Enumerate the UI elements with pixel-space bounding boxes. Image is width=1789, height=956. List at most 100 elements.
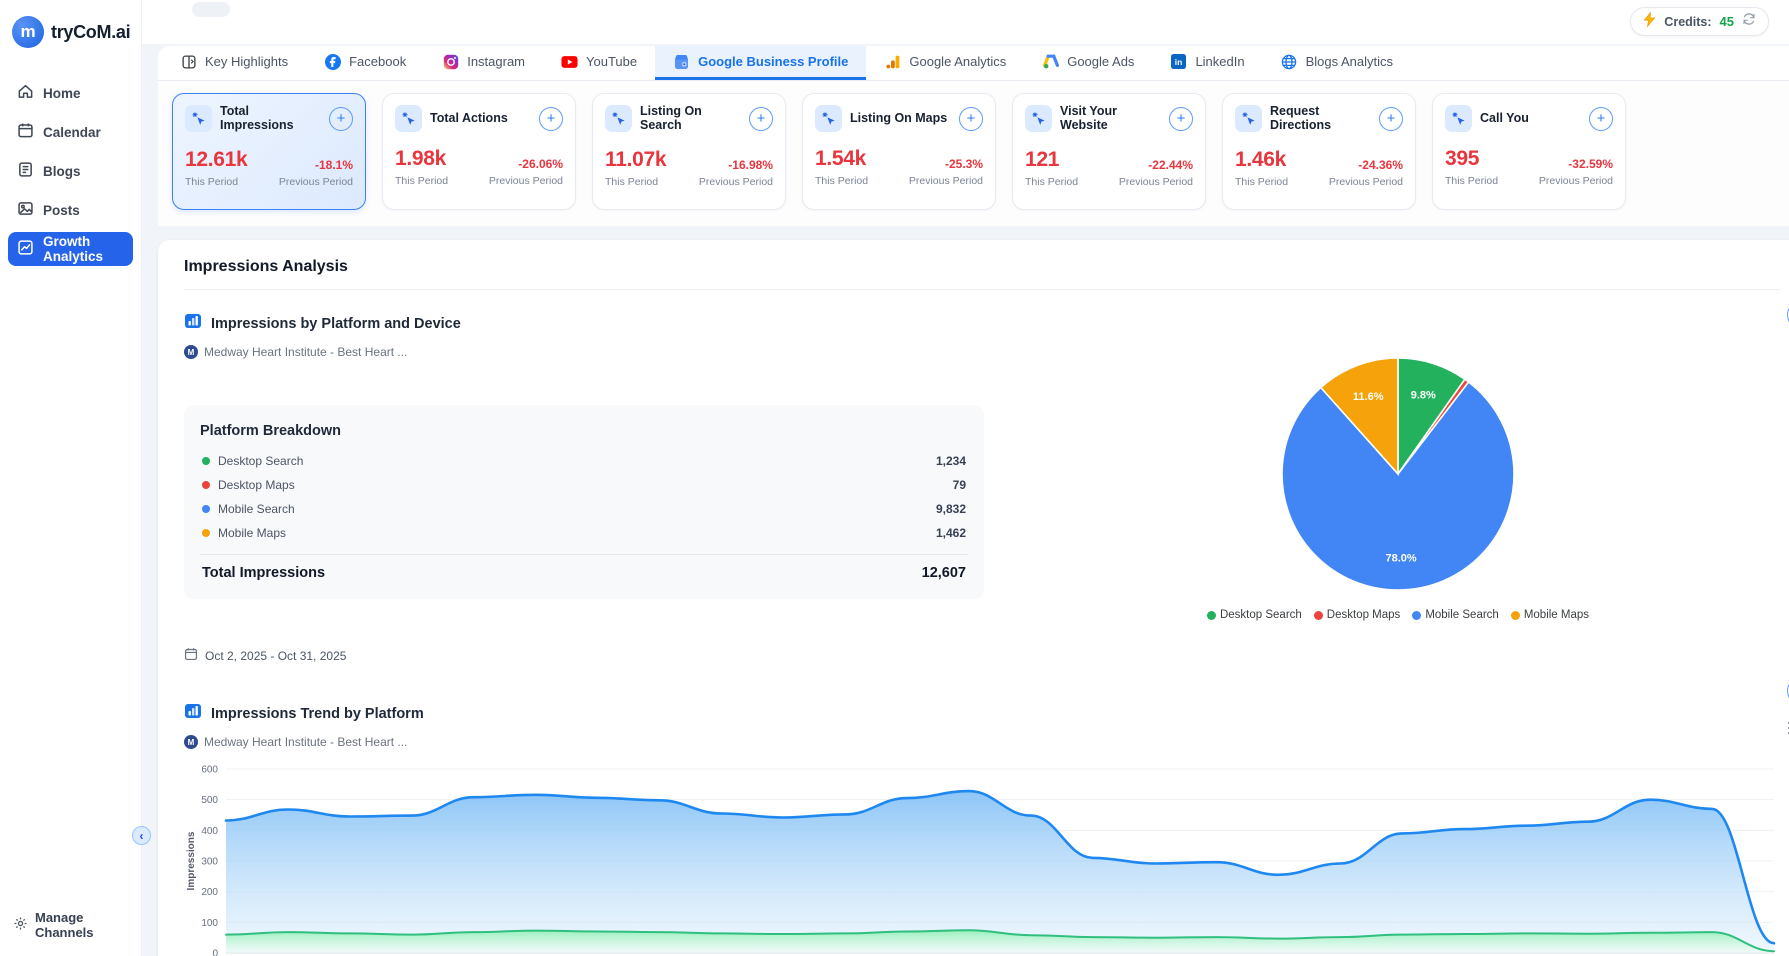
trend-subtitle: M Medway Heart Institute - Best Heart ..… [184, 735, 1780, 749]
tab-key-highlights[interactable]: Key Highlights [162, 46, 306, 80]
breakdown-total-value: 12,607 [922, 565, 966, 581]
add-metric-button[interactable]: + [1379, 107, 1403, 131]
metric-title: Request Directions [1270, 105, 1371, 133]
metric-value: 1.54k [815, 147, 868, 171]
svg-text:400: 400 [201, 826, 218, 837]
legend-item[interactable]: Desktop Maps [1314, 609, 1401, 621]
impressions-analysis-card: Impressions Analysis Impressions by Plat… [158, 240, 1789, 956]
add-metric-button[interactable]: + [959, 107, 983, 131]
add-metric-button[interactable]: + [1169, 107, 1193, 131]
add-metric-button[interactable]: + [749, 107, 773, 131]
tab-label: Key Highlights [205, 54, 288, 69]
metric-previous-label: Previous Period [699, 176, 773, 188]
tab-google-analytics[interactable]: Google Analytics [866, 46, 1024, 80]
trend-header: Impressions Trend by Platform [184, 702, 1780, 725]
add-metric-button[interactable]: + [539, 107, 563, 131]
add-metric-button[interactable]: + [329, 107, 353, 131]
tab-google-ads[interactable]: Google Ads [1024, 46, 1152, 80]
metric-title: Total Impressions [220, 105, 321, 133]
refresh-icon[interactable] [1742, 12, 1756, 31]
click-metric-icon [185, 105, 212, 132]
sidebar-item-label: Posts [43, 203, 80, 218]
tab-blogs-analytics[interactable]: Blogs Analytics [1263, 46, 1411, 80]
tab-google-business-profile[interactable]: Google Business Profile [655, 46, 866, 80]
blogs-analytics-icon [1281, 53, 1298, 70]
tab-label: Instagram [467, 54, 525, 69]
svg-text:100: 100 [201, 918, 218, 929]
google-ads-icon [1042, 53, 1059, 70]
tab-instagram[interactable]: Instagram [424, 46, 543, 80]
trend-chart-block: 010020030040050060002 Oct03 Oct04 Oct05 … [180, 761, 1780, 956]
legend-dot [1412, 611, 1421, 620]
legend-item[interactable]: Desktop Search [1207, 609, 1302, 621]
metric-period-label: This Period [185, 176, 247, 188]
metric-card-call-you[interactable]: Call You+395This Period-32.59%Previous P… [1432, 93, 1626, 210]
trend-title: Impressions Trend by Platform [211, 706, 424, 722]
metric-card-total-impressions[interactable]: Total Impressions+12.61kThis Period-18.1… [172, 93, 366, 210]
add-metric-button[interactable]: + [1589, 107, 1613, 131]
sidebar-item-label: Calendar [43, 125, 101, 140]
metric-value: 1.98k [395, 147, 448, 171]
tab-label: Google Ads [1067, 54, 1134, 69]
tab-linkedin[interactable]: inLinkedIn [1152, 46, 1262, 80]
metric-value: 121 [1025, 148, 1078, 172]
analysis-section-title: Impressions Analysis [184, 258, 1780, 290]
svg-text:600: 600 [201, 765, 218, 776]
legend-item[interactable]: Mobile Search [1412, 609, 1499, 621]
pie-chart-block: 9.8%78.0%11.6% Desktop Search Desktop Map… [1188, 352, 1608, 621]
metric-card-listing-on-maps[interactable]: Listing On Maps+1.54kThis Period-25.3%Pr… [802, 93, 996, 210]
manage-channels-button[interactable]: Manage Channels [13, 910, 141, 940]
google-analytics-icon [884, 53, 901, 70]
breakdown-row: Mobile Maps1,462 [200, 521, 968, 545]
sidebar-item-home[interactable]: Home [8, 76, 133, 110]
click-metric-icon [395, 105, 422, 132]
legend-dot [1207, 611, 1216, 620]
sidebar-collapse-button[interactable]: ‹ [132, 826, 151, 845]
metric-period-label: This Period [815, 175, 868, 187]
growth-analytics-icon [17, 239, 34, 259]
metric-change: -18.1% [279, 158, 353, 172]
svg-text:11.6%: 11.6% [1353, 391, 1384, 403]
series-color-dot [202, 505, 210, 513]
calendar-icon [184, 647, 198, 664]
metric-title: Total Actions [430, 112, 531, 126]
sidebar-item-calendar[interactable]: Calendar [8, 115, 133, 149]
brand-logo[interactable]: m tryCoM.ai [0, 0, 141, 62]
chart-section-icon [184, 312, 202, 335]
sidebar-item-posts[interactable]: Posts [8, 193, 133, 227]
tab-youtube[interactable]: YouTube [543, 46, 655, 80]
credits-badge[interactable]: Credits: 45 [1630, 7, 1769, 36]
svg-text:200: 200 [201, 887, 218, 898]
tab-facebook[interactable]: Facebook [306, 46, 424, 80]
metric-title: Call You [1480, 112, 1581, 126]
legend-dot [1314, 611, 1323, 620]
top-header: Credits: 45 [142, 0, 1789, 44]
metric-change: -16.98% [699, 158, 773, 172]
home-icon [17, 83, 34, 103]
svg-text:0: 0 [212, 949, 218, 956]
chart-section-icon [184, 702, 202, 725]
metric-card-total-actions[interactable]: Total Actions+1.98kThis Period-26.06%Pre… [382, 93, 576, 210]
brand-name: tryCoM.ai [51, 22, 130, 43]
breakdown-total-label: Total Impressions [202, 565, 922, 581]
platform-breakdown-rows: Desktop Search1,234Desktop Maps79Mobile … [200, 449, 968, 545]
sidebar-item-label: Blogs [43, 164, 81, 179]
sidebar-item-blogs[interactable]: Blogs [8, 154, 133, 188]
metric-card-listing-on-search[interactable]: Listing On Search+11.07kThis Period-16.9… [592, 93, 786, 210]
date-range-row: Oct 2, 2025 - Oct 31, 2025 [184, 647, 1780, 664]
metric-card-request-directions[interactable]: Request Directions+1.46kThis Period-24.3… [1222, 93, 1416, 210]
metric-previous-label: Previous Period [909, 175, 983, 187]
area-chart[interactable]: 010020030040050060002 Oct03 Oct04 Oct05 … [180, 761, 1780, 956]
legend-item[interactable]: Mobile Maps [1511, 609, 1589, 621]
metric-card-visit-your-website[interactable]: Visit Your Website+121This Period-22.44%… [1012, 93, 1206, 210]
platform-breakdown-panel: Platform Breakdown Desktop Search1,234De… [184, 405, 984, 599]
tab-label: Google Analytics [909, 54, 1006, 69]
click-metric-icon [1235, 105, 1262, 132]
metric-previous-label: Previous Period [1119, 176, 1193, 188]
breakdown-total-row: Total Impressions 12,607 [200, 554, 968, 583]
sidebar-item-growth-analytics[interactable]: Growth Analytics [8, 232, 133, 266]
pie-chart[interactable]: 9.8%78.0%11.6% [1276, 352, 1520, 596]
chevron-left-icon: ‹ [140, 830, 144, 842]
brand-logo-icon: m [12, 16, 44, 48]
metric-previous-label: Previous Period [1539, 175, 1613, 187]
